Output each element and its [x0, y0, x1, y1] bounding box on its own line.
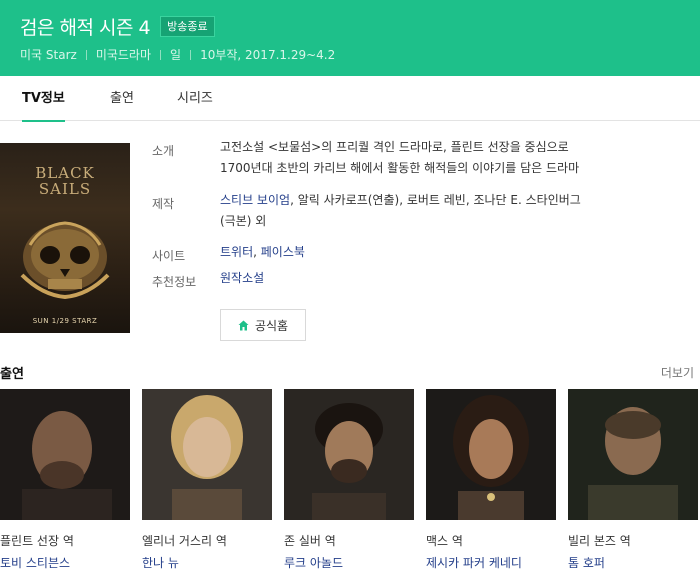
site-links: 트위터, 페이스북 [220, 245, 305, 259]
cast-name-link[interactable]: 톰 호퍼 [568, 554, 698, 571]
cast-photo[interactable] [0, 389, 130, 520]
cast-name-link[interactable]: 제시카 파커 케네디 [426, 554, 556, 571]
poster-logo: BLACK SAILS [35, 164, 95, 198]
title-header: 검은 해적 시즌 4 방송종료 미국 Starz 미국드라마 일 10부작, 2… [0, 0, 700, 76]
more-link[interactable]: 더보기 [661, 364, 694, 381]
poster-date: SUN 1/29 STARZ [32, 317, 98, 325]
meta-row: 미국 Starz 미국드라마 일 10부작, 2017.1.29~4.2 [20, 46, 335, 63]
home-icon [238, 320, 249, 330]
intro-text: 고전소설 <보물섬>의 프리퀄 격인 드라마로, 플린트 선장을 중심으로 17… [220, 140, 580, 175]
title-row: 검은 해적 시즌 4 방송종료 [20, 12, 215, 40]
cast-name-link[interactable]: 한나 뉴 [142, 554, 272, 571]
production-text: 스티브 보이엄, 알릭 사카로프(연출), 로버트 레빈, 조나단 E. 스타인… [220, 193, 581, 228]
intro-label: 소개 [152, 144, 175, 158]
cast-card[interactable]: 플린트 선장 역 토비 스티븐스 [0, 389, 130, 571]
official-home-button[interactable]: 공식홈 [220, 309, 306, 341]
cast-card[interactable]: 빌리 본즈 역 톰 호퍼 [568, 389, 698, 571]
cast-photo[interactable] [426, 389, 556, 520]
cast-role: 빌리 본즈 역 [568, 534, 631, 548]
tab-bar: TV정보 출연 시리즈 [0, 76, 700, 122]
cast-card[interactable]: 엘리너 거스리 역 한나 뉴 [142, 389, 272, 571]
meta-genre: 미국드라마 [95, 48, 152, 62]
skull-illustration [20, 221, 110, 300]
cast-card[interactable]: 맥스 역 제시카 파커 케네디 [426, 389, 556, 571]
meta-channel: 미국 Starz [20, 48, 77, 62]
cast-card[interactable]: 존 실버 역 루크 아놀드 [284, 389, 414, 571]
facebook-link[interactable]: 페이스북 [261, 245, 305, 259]
tab-cast[interactable]: 출연 [110, 76, 134, 121]
meta-divider [85, 49, 87, 60]
cast-role: 엘리너 거스리 역 [142, 534, 227, 548]
recommend-label: 추천정보 [152, 275, 197, 289]
cast-role: 맥스 역 [426, 534, 463, 548]
cast-section-title: 출연 [0, 367, 24, 382]
tab-tv-info[interactable]: TV정보 [22, 76, 65, 122]
tab-series[interactable]: 시리즈 [177, 76, 213, 121]
twitter-link[interactable]: 트위터 [220, 245, 253, 259]
cast-photo[interactable] [142, 389, 272, 520]
production-label: 제작 [152, 197, 175, 211]
meta-divider [190, 49, 192, 60]
original-novel-link[interactable]: 원작소설 [220, 271, 264, 285]
cast-photo[interactable] [568, 389, 698, 520]
cast-name-link[interactable]: 토비 스티븐스 [0, 554, 130, 571]
site-label: 사이트 [152, 249, 186, 263]
director-link[interactable]: 스티브 보이엄 [220, 193, 290, 207]
cast-role: 존 실버 역 [284, 534, 336, 548]
meta-day: 일 [170, 48, 182, 62]
cast-role: 플린트 선장 역 [0, 534, 74, 548]
poster-image[interactable]: BLACK SAILS SUN 1/29 STARZ [0, 143, 130, 333]
page-title[interactable]: 검은 해적 시즌 4 [20, 13, 151, 40]
recommend-value: 원작소설 [220, 268, 680, 289]
meta-episodes: 10부작, 2017.1.29~4.2 [200, 48, 336, 62]
cast-photo[interactable] [284, 389, 414, 520]
cast-name-link[interactable]: 루크 아놀드 [284, 554, 414, 571]
meta-divider [160, 49, 162, 60]
status-badge: 방송종료 [160, 15, 215, 37]
